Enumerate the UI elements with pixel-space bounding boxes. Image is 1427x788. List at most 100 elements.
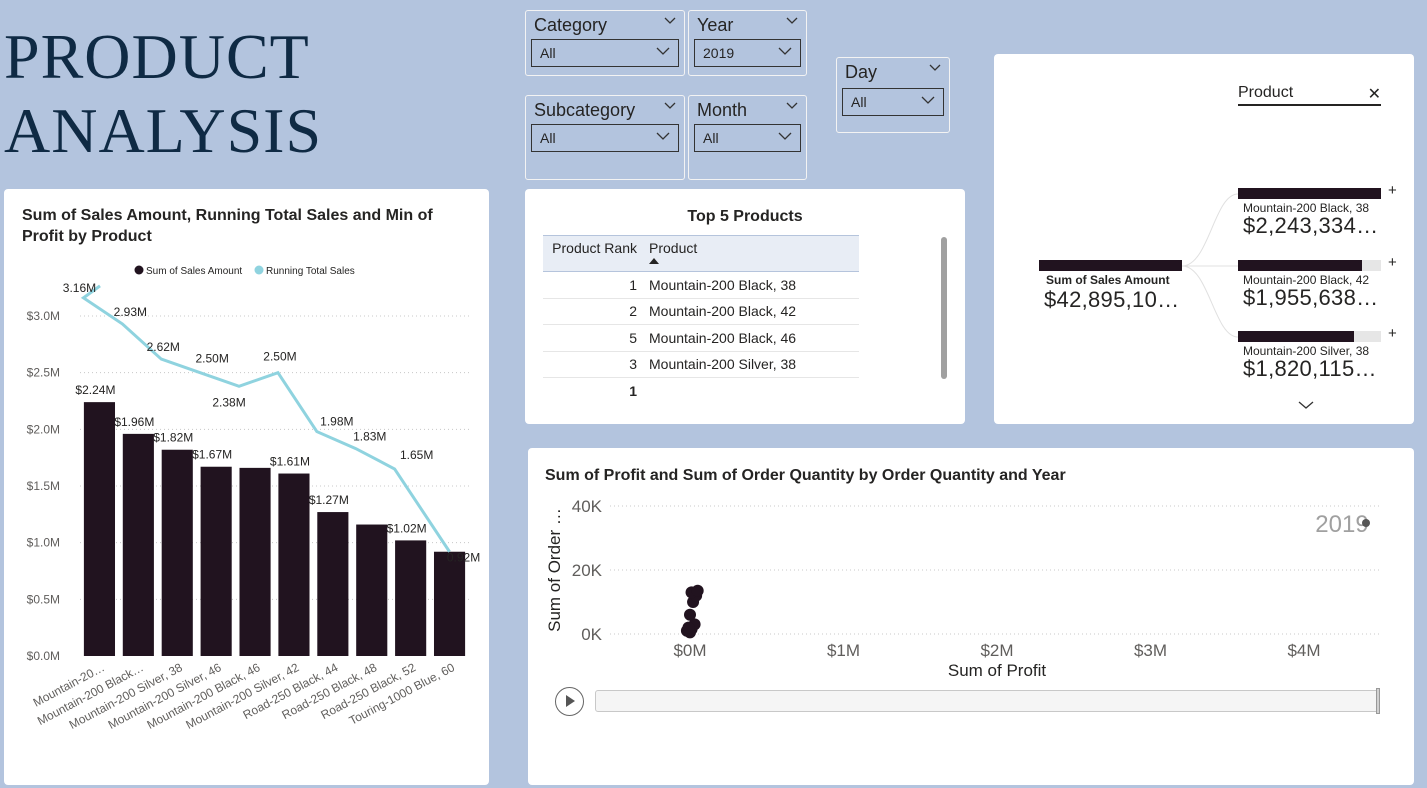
rank-cell: 5 <box>543 324 643 352</box>
month-dropdown[interactable]: All <box>694 124 801 152</box>
bar-data-label: $1.02M <box>387 521 427 535</box>
child-bar[interactable] <box>1238 331 1354 342</box>
x-tick-label: $0M <box>673 641 706 660</box>
total-product-cell <box>643 377 859 404</box>
bar[interactable] <box>395 540 427 656</box>
column-header-product[interactable]: Product <box>643 235 859 272</box>
top5-products-card: Top 5 Products Product Rank Product 1 Mou… <box>525 189 965 424</box>
chevron-down-icon[interactable] <box>786 102 798 112</box>
root-bar[interactable] <box>1039 260 1182 271</box>
page-title-line-2: ANALYSIS <box>4 95 323 166</box>
table-row[interactable]: 3 Mountain-200 Silver, 38 <box>543 351 859 378</box>
total-row: 1 <box>543 377 859 404</box>
bar[interactable] <box>356 524 388 656</box>
top5-title: Top 5 Products <box>687 208 803 225</box>
top5-table: Product Rank Product 1 Mountain-200 Black… <box>543 235 859 404</box>
scatter-point[interactable] <box>682 621 695 634</box>
category-slicer-label: Category <box>534 15 608 35</box>
table-row[interactable]: 5 Mountain-200 Black, 46 <box>543 324 859 352</box>
line-data-label: 2.93M <box>114 305 147 319</box>
legend-label: Running Total Sales <box>266 266 355 277</box>
y-tick-label: $3.0M <box>27 309 60 323</box>
subcategory-slicer[interactable]: Subcategory All <box>525 95 685 180</box>
bar[interactable] <box>239 467 271 656</box>
day-dropdown[interactable]: All <box>842 88 944 116</box>
child-bar[interactable] <box>1238 260 1363 271</box>
play-axis-handle[interactable] <box>1376 688 1380 714</box>
root-label: Sum of Sales Amount <box>1046 273 1170 287</box>
chevron-down-icon[interactable] <box>664 17 676 27</box>
day-slicer-label: Day <box>845 62 878 82</box>
scatter-point-marker <box>1362 519 1370 527</box>
chevron-down-icon <box>656 132 670 141</box>
chevron-down-icon <box>778 132 792 141</box>
x-tick-label: $4M <box>1287 641 1320 660</box>
subcategory-dropdown[interactable]: All <box>531 124 679 152</box>
scatter-point[interactable] <box>684 608 696 621</box>
chevron-down-icon[interactable] <box>786 17 798 27</box>
bar-data-label: $1.82M <box>153 431 193 445</box>
y-tick-label: $2.0M <box>27 422 60 436</box>
year-slicer[interactable]: Year 2019 <box>688 10 807 76</box>
product-cell: Mountain-200 Silver, 38 <box>643 351 859 378</box>
chevron-down-icon[interactable] <box>929 64 941 74</box>
bar-data-label: $1.67M <box>192 448 232 462</box>
table-scrollbar[interactable] <box>941 237 947 379</box>
legend-marker-running-total <box>254 265 264 275</box>
legend-label: Sum of Sales Amount <box>146 266 242 277</box>
month-slicer-label: Month <box>697 100 748 120</box>
year-slicer-label: Year <box>697 15 734 35</box>
category-slicer[interactable]: Category All <box>525 10 685 76</box>
month-slicer[interactable]: Month All <box>688 95 807 180</box>
line-data-label: 1.83M <box>353 430 386 444</box>
rank-cell: 2 <box>543 298 643 325</box>
bar[interactable] <box>200 466 232 656</box>
legend-marker-sales <box>134 265 144 275</box>
column-header-product-rank[interactable]: Product Rank <box>543 235 643 272</box>
expand-plus-icon[interactable]: + <box>1388 182 1397 199</box>
y-tick-label: $2.5M <box>27 366 60 380</box>
y-tick-label: 0K <box>581 625 602 644</box>
rank-cell: 1 <box>543 271 643 299</box>
bar[interactable] <box>83 402 116 656</box>
bar[interactable] <box>433 551 466 656</box>
bar[interactable] <box>122 433 154 656</box>
bar-data-label: $2.24M <box>75 383 115 397</box>
line-data-label: 2.50M <box>263 350 296 364</box>
day-slicer[interactable]: Day All <box>836 57 950 133</box>
profit-order-scatter-card: Sum of Profit and Sum of Order Quantity … <box>528 448 1414 785</box>
rank-cell: 3 <box>543 351 643 378</box>
child-bar[interactable] <box>1238 188 1381 199</box>
bar-data-label: $1.96M <box>114 415 154 429</box>
y-tick-label: $1.0M <box>27 536 60 550</box>
expand-plus-icon[interactable]: + <box>1388 325 1397 342</box>
bar[interactable] <box>278 473 310 656</box>
expand-plus-icon[interactable]: + <box>1388 254 1397 271</box>
scatter-point[interactable] <box>691 584 704 597</box>
bar-data-label: $1.61M <box>270 455 310 469</box>
root-value: $42,895,10… <box>1044 287 1180 312</box>
scatter-chart-svg: 0K 20K 40K $0M $1M $2M $3M $4M Sum of Profit Sum … <box>545 497 1380 680</box>
category-dropdown[interactable]: All <box>531 39 679 67</box>
chevron-down-icon[interactable] <box>1298 397 1314 415</box>
bar-line-chart-svg: Sum of Sales Amount Running Total Sales $0… <box>27 265 480 732</box>
line-data-label: 1.98M <box>320 415 353 429</box>
bar[interactable] <box>317 512 349 656</box>
chevron-down-icon[interactable] <box>664 102 676 112</box>
play-button[interactable] <box>555 687 584 716</box>
y-tick-label: $0.0M <box>27 649 60 663</box>
page-title-line-1: PRODUCT <box>4 21 310 92</box>
table-row[interactable]: 1 Mountain-200 Black, 38 <box>543 271 859 299</box>
y-tick-label: 20K <box>572 561 603 580</box>
year-dropdown[interactable]: 2019 <box>694 39 801 67</box>
bar[interactable] <box>161 449 193 656</box>
play-axis-slider[interactable] <box>595 688 1380 714</box>
total-rank-cell: 1 <box>543 377 643 404</box>
sort-ascending-icon <box>649 258 859 266</box>
bar-data-label: $1.27M <box>309 493 349 507</box>
chevron-down-icon <box>921 96 935 105</box>
x-tick-label: $3M <box>1134 641 1167 660</box>
play-axis-year-label: 2019 <box>1315 511 1368 538</box>
table-row[interactable]: 2 Mountain-200 Black, 42 <box>543 298 859 325</box>
product-cell: Mountain-200 Black, 38 <box>643 271 859 299</box>
